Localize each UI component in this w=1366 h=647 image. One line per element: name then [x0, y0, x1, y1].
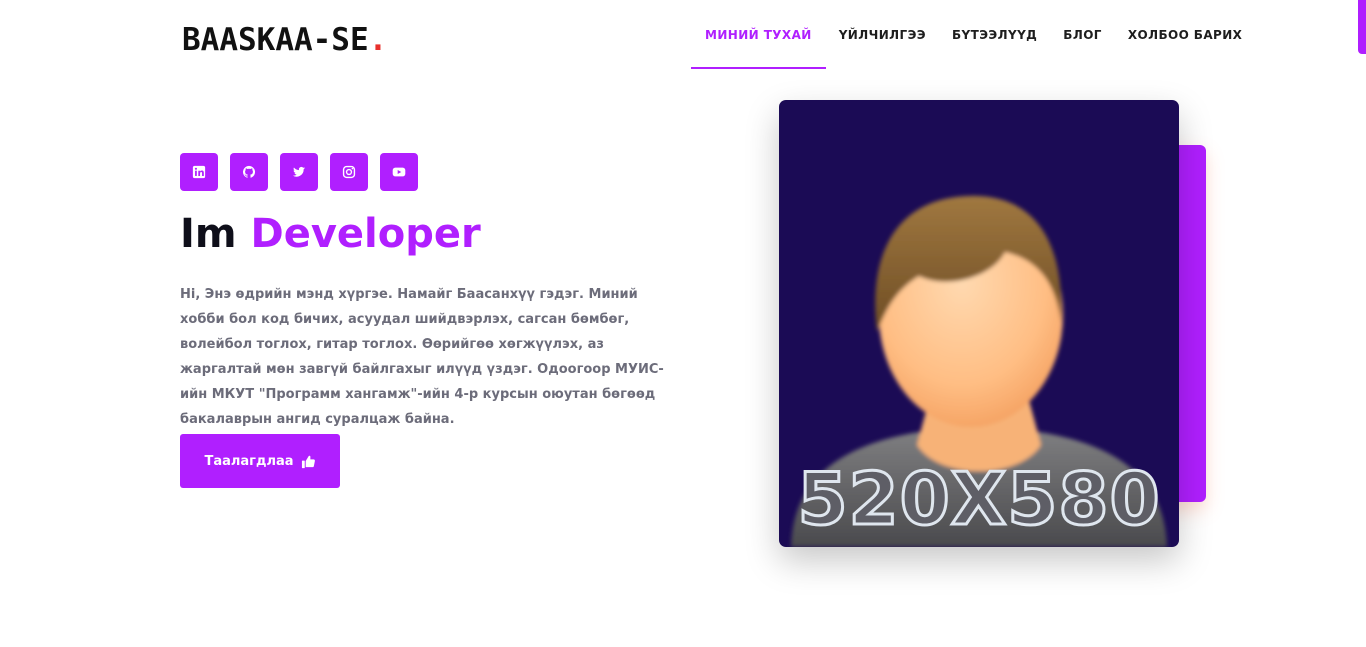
linkedin-icon — [192, 165, 206, 179]
nav-item-blog[interactable]: БЛОГ — [1050, 0, 1115, 70]
hero-bio: Hi, Энэ өдрийн мэнд хүргэе. Намайг Бааса… — [180, 287, 664, 427]
logo-text: BAASKAA-SE — [182, 22, 369, 58]
linkedin-button[interactable] — [180, 153, 218, 191]
github-icon — [242, 165, 256, 178]
heading-accent: Developer — [250, 211, 481, 257]
instagram-icon — [342, 165, 356, 179]
nav-item-about[interactable]: МИНИЙ ТУХАЙ — [691, 0, 826, 70]
github-button[interactable] — [230, 153, 268, 191]
logo-dot: . — [368, 22, 388, 58]
main-nav: МИНИЙ ТУХАЙ ҮЙЛЧИЛГЭЭ БҮТЭЭЛҮҮД БЛОГ ХОЛ… — [691, 0, 1255, 70]
heading-prefix: Im — [180, 211, 237, 257]
hero-heading: Im Developer — [180, 206, 481, 262]
nav-item-works[interactable]: БҮТЭЭЛҮҮД — [939, 0, 1050, 70]
photo-placeholder-label: 520X580 — [796, 457, 1161, 541]
nav-item-services[interactable]: ҮЙЛЧИЛГЭЭ — [826, 0, 939, 70]
like-button-label: Таалагдлаа — [204, 453, 294, 469]
profile-photo: 520X580 — [779, 100, 1179, 547]
instagram-button[interactable] — [330, 153, 368, 191]
twitter-icon — [292, 166, 306, 177]
youtube-button[interactable] — [380, 153, 418, 191]
scrollbar-thumb[interactable] — [1358, 0, 1366, 54]
nav-item-contact[interactable]: ХОЛБОО БАРИХ — [1115, 0, 1255, 70]
like-button[interactable]: Таалагдлаа — [180, 434, 340, 488]
youtube-icon — [392, 167, 406, 177]
social-links — [180, 153, 418, 191]
thumbs-up-icon — [301, 455, 315, 468]
twitter-button[interactable] — [280, 153, 318, 191]
site-logo[interactable]: BAASKAA-SE. — [182, 22, 387, 58]
